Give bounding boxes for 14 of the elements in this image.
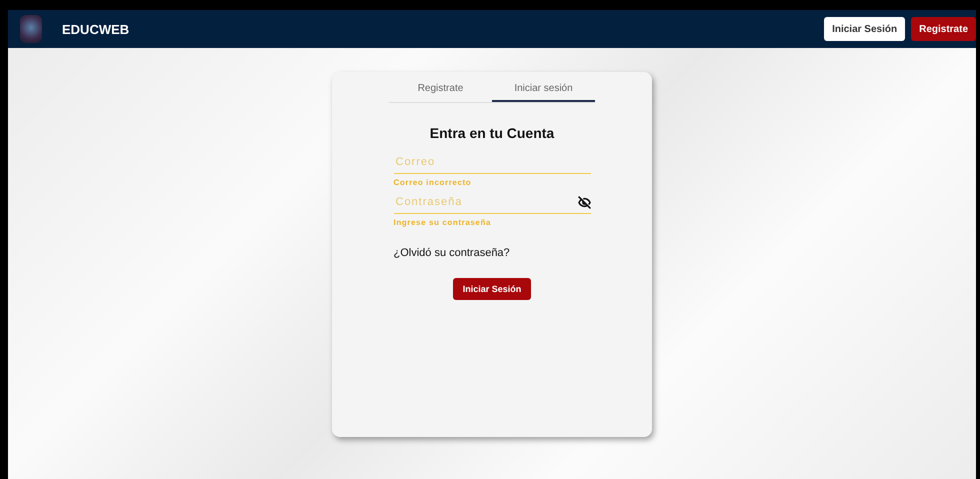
tab[interactable]: Iniciar sesión	[492, 76, 595, 102]
forgot-password-link[interactable]: ¿Olvidó su contraseña?	[394, 247, 590, 259]
error-message: Ingrese su contraseña	[394, 218, 492, 227]
login-button[interactable]: Iniciar Sesión	[824, 17, 906, 41]
logo-icon	[20, 15, 42, 43]
register-button[interactable]: Registrate	[911, 17, 976, 41]
error-message: Correo incorrecto	[394, 178, 472, 187]
eye-off-icon[interactable]	[578, 196, 590, 208]
tab[interactable]: Registrate	[389, 76, 492, 102]
form-title: Entra en tu Cuenta	[430, 125, 554, 141]
submit-button[interactable]: Iniciar Sesión	[452, 278, 532, 300]
brand-name: EDUCWEB	[62, 22, 130, 36]
password-field[interactable]: Contraseña	[394, 196, 578, 208]
email-field[interactable]: Correo	[394, 156, 590, 168]
